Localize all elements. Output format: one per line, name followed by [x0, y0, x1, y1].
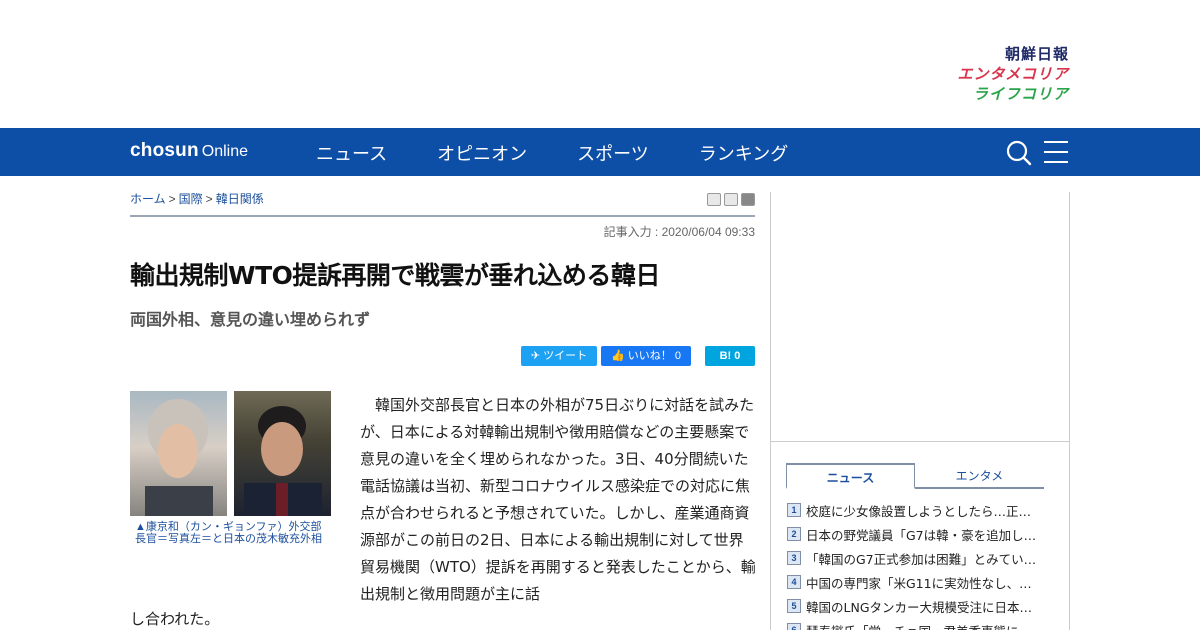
hamburger-menu-icon[interactable]	[1043, 139, 1069, 165]
nav-item-ranking[interactable]: ランキング	[699, 140, 788, 166]
ranking-tabs: ニュース エンタメ	[786, 463, 1044, 489]
tab-entame[interactable]: エンタメ	[915, 463, 1044, 489]
right-sidebar: ニュース エンタメ 1 校庭に少女像設置しようとしたら…正… 2 日本の野党議員「G…	[770, 192, 1070, 630]
news-headline[interactable]: 中国の専門家「米G11に実効性なし、…	[806, 573, 1056, 592]
list-item[interactable]: 6 琴春燮氏「党、チョ国・君美香事態に…	[787, 618, 1057, 630]
list-item[interactable]: 1 校庭に少女像設置しようとしたら…正…	[787, 498, 1057, 522]
article-body-continued: し合われた。	[130, 610, 220, 628]
article-title: 輸出規制WTO提訴再開で戦雲が垂れ込める韓日	[130, 261, 660, 290]
article-dateline: 記事入力 : 2020/06/04 09:33	[603, 225, 755, 239]
nav-item-opinion[interactable]: オピニオン	[437, 140, 527, 166]
list-item[interactable]: 4 中国の専門家「米G11に実効性なし、…	[787, 570, 1057, 594]
email-icon[interactable]	[724, 193, 738, 206]
hatena-bookmark-button[interactable]: B! 0	[705, 346, 755, 366]
rank-number: 3	[787, 551, 801, 565]
back-arrow-icon[interactable]	[741, 193, 755, 206]
tweet-label: ツイート	[543, 350, 588, 362]
tweet-button[interactable]: ✈ ツイート	[521, 346, 597, 366]
news-headline[interactable]: 韓国のLNGタンカー大規模受注に日本…	[806, 597, 1056, 616]
brand-links: 朝鮮日報 エンタメコリア ライフコリア	[929, 44, 1069, 104]
top-header: 朝鮮日報 エンタメコリア ライフコリア	[0, 0, 1200, 128]
logo-bold: chosun	[130, 140, 199, 161]
thumbs-up-icon: 👍	[611, 350, 628, 362]
news-headline[interactable]: 琴春燮氏「党、チョ国・君美香事態に…	[806, 621, 1056, 630]
photo-caption: ▲康京和（カン・ギョンファ）外交部長官＝写真左＝と日本の茂木敏充外相	[135, 521, 322, 545]
share-buttons: ✈ ツイート 👍 いいね！ 0 B! 0	[521, 346, 755, 366]
like-label: いいね！ 0	[627, 350, 681, 362]
ad-placeholder	[771, 192, 1069, 442]
site-logo[interactable]: chosun Online	[130, 140, 248, 162]
rank-number: 4	[787, 575, 801, 589]
breadcrumb-sep: >	[168, 192, 176, 206]
tab-news[interactable]: ニュース	[786, 463, 915, 489]
rank-number: 5	[787, 599, 801, 613]
article-subtitle: 両国外相、意見の違い埋められず	[130, 310, 371, 329]
list-item[interactable]: 2 日本の野党議員「G7は韓・豪を追加し…	[787, 522, 1057, 546]
rank-number: 6	[787, 623, 801, 630]
list-item[interactable]: 3 「韓国のG7正式参加は困難」とみてい…	[787, 546, 1057, 570]
article-body: 韓国外交部長官と日本の外相が75日ぶりに対話を試みたが、日本による対韓輸出規制や…	[360, 396, 756, 603]
header-rule	[130, 215, 755, 217]
news-ranking-list: 1 校庭に少女像設置しようとしたら…正… 2 日本の野党議員「G7は韓・豪を追加し……	[787, 498, 1057, 630]
rank-number: 1	[787, 503, 801, 517]
breadcrumb-korea-japan[interactable]: 韓日関係	[216, 192, 264, 206]
list-item[interactable]: 5 韓国のLNGタンカー大規模受注に日本…	[787, 594, 1057, 618]
nav-menu: ニュース オピニオン スポーツ ランキング	[316, 140, 838, 166]
breadcrumb: ホーム > 国際 > 韓日関係	[130, 190, 264, 207]
print-icon[interactable]	[707, 193, 721, 206]
breadcrumb-home[interactable]: ホーム	[130, 192, 166, 206]
article-tools	[707, 193, 755, 206]
news-headline[interactable]: 「韓国のG7正式参加は困難」とみてい…	[806, 549, 1056, 568]
breadcrumb-international[interactable]: 国際	[179, 192, 203, 206]
photo-kang-kyung-wha	[130, 391, 227, 516]
twitter-icon: ✈	[530, 350, 544, 362]
rank-number: 2	[787, 527, 801, 541]
logo-light: Online	[201, 143, 249, 160]
nav-item-news[interactable]: ニュース	[316, 140, 387, 166]
search-icon[interactable]	[1005, 139, 1033, 167]
photo-motegi-toshimitsu	[234, 391, 331, 516]
news-headline[interactable]: 校庭に少女像設置しようとしたら…正…	[806, 501, 1056, 520]
life-korea-link[interactable]: ライフコリア	[929, 84, 1069, 104]
entame-korea-link[interactable]: エンタメコリア	[929, 64, 1069, 84]
news-headline[interactable]: 日本の野党議員「G7は韓・豪を追加し…	[806, 525, 1056, 544]
breadcrumb-sep: >	[205, 192, 213, 206]
nav-item-sports[interactable]: スポーツ	[577, 140, 649, 166]
chosun-ilbo-link[interactable]: 朝鮮日報	[929, 44, 1069, 64]
facebook-like-button[interactable]: 👍 いいね！ 0	[601, 346, 691, 366]
